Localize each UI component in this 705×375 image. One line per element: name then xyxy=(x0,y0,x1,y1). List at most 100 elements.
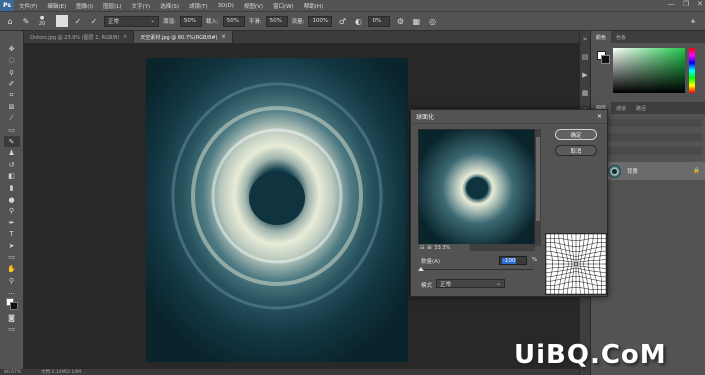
more-tools-icon[interactable]: … xyxy=(4,286,20,298)
layer-row-background[interactable]: ◉ 背景 🔒 xyxy=(591,162,705,180)
distortion-grid xyxy=(545,233,607,295)
preview-vertical-scrollbar[interactable] xyxy=(535,129,541,246)
mode-dropdown[interactable]: 正常 ⌄ xyxy=(436,279,505,288)
spherize-dialog: 球面化 ✕ ⊟ ⊞ 33.3% 确定 取消 数量(A) -100 % 模式 正常… xyxy=(410,109,608,297)
color-swatches[interactable] xyxy=(4,298,20,312)
zoom-in-icon[interactable]: ⊞ xyxy=(427,245,431,251)
history-brush-icon[interactable]: ↺ xyxy=(4,159,20,171)
menu-filter[interactable]: 滤镜(T) xyxy=(184,2,213,10)
tab-document-2[interactable]: 天空素材.jpg @ 80.7%(RGB/8#) × xyxy=(134,31,233,43)
properties-icon[interactable]: ▶ xyxy=(582,71,587,79)
zoom-level[interactable]: 80.67% xyxy=(4,370,21,375)
path-select-tool-icon[interactable]: ➤ xyxy=(4,240,20,252)
scroll-thumb[interactable] xyxy=(536,137,540,221)
gradient-tool-icon[interactable]: ▮ xyxy=(4,182,20,194)
document-canvas[interactable] xyxy=(146,58,408,362)
ok-button[interactable]: 确定 xyxy=(555,129,597,140)
preview-zoom-controls: ⊟ ⊞ 33.3% xyxy=(418,244,470,251)
hand-tool-icon[interactable]: ✋ xyxy=(4,263,20,275)
close-icon[interactable]: × xyxy=(123,34,127,40)
layer-lock-controls[interactable] xyxy=(595,147,702,155)
smoothing-icon[interactable]: ◐ xyxy=(352,14,364,28)
menu-help[interactable]: 帮助(H) xyxy=(299,2,328,10)
dialog-close-icon[interactable]: ✕ xyxy=(597,113,602,120)
pen-tool-icon[interactable]: ✒ xyxy=(4,217,20,229)
amount-slider[interactable] xyxy=(418,267,533,271)
amount-input[interactable]: -100 xyxy=(499,256,527,265)
menu-file[interactable]: 文件(F) xyxy=(14,2,42,10)
filter-preview[interactable] xyxy=(418,129,535,246)
blur-tool-icon[interactable]: ● xyxy=(4,194,20,206)
gear-icon[interactable]: ⚙ xyxy=(394,14,406,28)
pressure-icon[interactable]: ◎ xyxy=(426,14,438,28)
eraser-tool-icon[interactable]: ◧ xyxy=(4,171,20,183)
menu-select[interactable]: 选择(S) xyxy=(155,2,184,10)
load-label: 载入: xyxy=(205,19,219,25)
background-color[interactable] xyxy=(601,55,610,64)
collapse-icon[interactable]: » xyxy=(583,35,587,43)
hue-slider[interactable] xyxy=(689,48,695,93)
symmetry-icon[interactable]: ⚹ xyxy=(687,14,699,28)
tab-channels[interactable]: 通道 xyxy=(611,102,631,114)
chevron-down-icon: ⌄ xyxy=(150,18,155,24)
frame-tool-icon[interactable]: ⊠ xyxy=(4,101,20,113)
tab-color[interactable]: 颜色 xyxy=(591,31,612,43)
layer-filter-controls[interactable] xyxy=(595,119,702,127)
dodge-tool-icon[interactable]: ⚲ xyxy=(4,205,20,217)
move-tool-icon[interactable]: ✥ xyxy=(4,43,20,55)
quick-mask-icon[interactable]: ◙ xyxy=(4,312,20,324)
type-tool-icon[interactable]: T xyxy=(4,229,20,241)
wet-input[interactable]: 50% xyxy=(179,15,202,27)
home-icon[interactable]: ⌂ xyxy=(4,14,16,28)
tab-document-1[interactable]: Ontonl.jpg @ 23.9% (图层 1, RGB/8) × xyxy=(24,31,135,43)
menu-3d[interactable]: 3D(D) xyxy=(213,3,239,9)
smoothing-input[interactable]: 0% xyxy=(368,15,391,27)
healing-tool-icon[interactable]: ▭ xyxy=(4,124,20,136)
cancel-button[interactable]: 取消 xyxy=(555,145,597,156)
shape-tool-icon[interactable]: ▭ xyxy=(4,252,20,264)
quick-select-tool-icon[interactable]: ✐ xyxy=(4,78,20,90)
document-tabs: Ontonl.jpg @ 23.9% (图层 1, RGB/8) × 天空素材.j… xyxy=(24,31,579,43)
maximize-button[interactable]: ❐ xyxy=(683,0,689,8)
screen-mode-icon[interactable]: ▭ xyxy=(4,324,20,336)
menu-window[interactable]: 窗口(W) xyxy=(268,2,299,10)
airbrush-icon[interactable]: ✓ xyxy=(88,14,100,28)
menu-layer[interactable]: 图层(L) xyxy=(98,2,126,10)
tab-paths[interactable]: 路径 xyxy=(631,102,651,114)
minimize-button[interactable]: — xyxy=(668,0,675,8)
eyedropper-tool-icon[interactable]: ⁄ xyxy=(4,113,20,125)
color-field[interactable] xyxy=(613,48,685,93)
flow-input[interactable]: 100% xyxy=(308,15,333,27)
layer-name: 背景 xyxy=(626,169,638,175)
amount-slider-knob[interactable] xyxy=(418,267,424,271)
zoom-tool-icon[interactable]: ⚲ xyxy=(4,275,20,287)
background-swatch[interactable] xyxy=(9,302,18,311)
airbrush-toggle-icon[interactable]: ♂ xyxy=(336,14,348,28)
close-icon[interactable]: × xyxy=(221,34,225,40)
layer-blend-controls[interactable] xyxy=(595,133,702,141)
tab-swatches[interactable]: 色板 xyxy=(611,31,631,43)
close-button[interactable]: ✕ xyxy=(697,0,703,8)
blend-input[interactable]: 50% xyxy=(265,15,288,27)
layer-thumbnail xyxy=(607,164,621,178)
brush-tool-sidebar-icon[interactable]: ✎ xyxy=(3,135,20,148)
spherized-sky-image xyxy=(146,58,408,362)
mode-toggle-icon[interactable]: ✓ xyxy=(72,14,84,28)
swatches-icon[interactable]: ▦ xyxy=(582,89,589,97)
lasso-tool-icon[interactable]: ϙ xyxy=(4,66,20,78)
menu-type[interactable]: 文字(Y) xyxy=(127,2,156,10)
zoom-out-icon[interactable]: ⊟ xyxy=(420,245,424,251)
mode-select[interactable]: 正常 ⌄ xyxy=(104,15,159,27)
brush-tool-icon[interactable]: ✎ xyxy=(20,14,32,28)
menu-image[interactable]: 图像(I) xyxy=(71,2,98,10)
brush-settings-icon[interactable] xyxy=(56,15,68,27)
sample-all-icon[interactable]: ▦ xyxy=(410,14,422,28)
crop-tool-icon[interactable]: ⌗ xyxy=(4,89,20,101)
history-icon[interactable]: ▤ xyxy=(582,53,589,61)
menu-edit[interactable]: 编辑(E) xyxy=(42,2,71,10)
marquee-tool-icon[interactable]: ◌ xyxy=(4,55,20,67)
brush-preset-picker[interactable]: ● 20 xyxy=(36,14,48,28)
menu-view[interactable]: 视图(V) xyxy=(239,2,268,10)
load-input[interactable]: 50% xyxy=(222,15,245,27)
stamp-tool-icon[interactable]: ♟ xyxy=(4,147,20,159)
